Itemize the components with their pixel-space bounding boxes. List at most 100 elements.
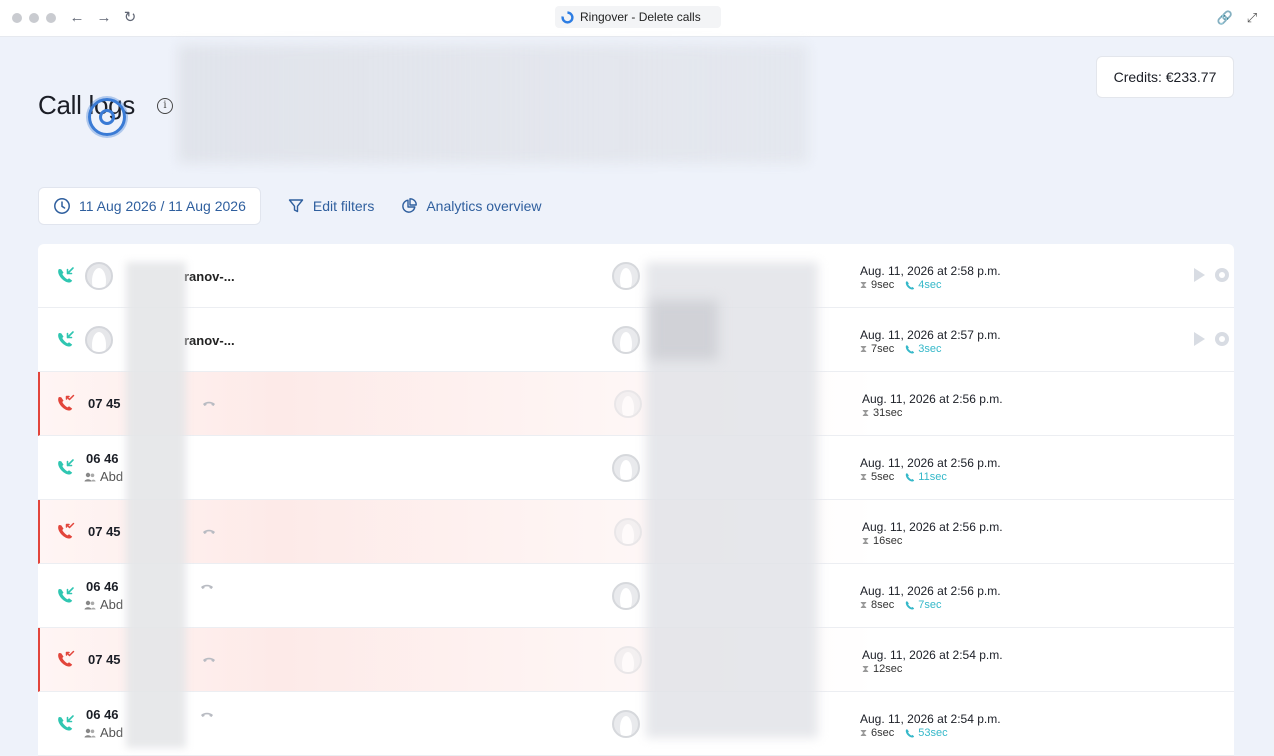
line-phone-icon (200, 708, 214, 718)
call-log-row[interactable]: 06 46 Abd Aug. 11, 2026 at 2:54 p.m. ⧗ 6sec 5… (38, 692, 1234, 756)
total-duration: 6sec (871, 727, 895, 739)
line-phone-icon (202, 525, 216, 535)
analytics-overview-label: Analytics overview (426, 198, 542, 214)
call-log-row[interactable]: 07 45 Aug. 11, 2026 at 2:56 p.m. ⧗ 31sec (38, 372, 1234, 436)
contact-avatar (85, 262, 113, 290)
caller-number: 06 46 (86, 451, 119, 466)
total-duration: 31sec (873, 407, 903, 419)
hourglass-icon: ⧗ (862, 407, 870, 419)
back-arrow-icon[interactable]: ← (67, 8, 87, 28)
hourglass-icon: ⧗ (860, 599, 868, 611)
redacted-area (126, 262, 186, 748)
call-log-row[interactable]: ranov-... Aug. 11, 2026 at 2:57 p.m. ⧗ 7sec… (38, 308, 1234, 372)
talk-duration: 53sec (904, 727, 948, 739)
call-date: Aug. 11, 2026 at 2:56 p.m. (860, 584, 1001, 598)
agent-avatar (614, 518, 642, 546)
agent-avatar (612, 454, 640, 482)
play-recording-icon[interactable] (1194, 332, 1205, 346)
talk-time-icon (906, 600, 915, 609)
cursor-click-indicator (88, 98, 126, 136)
hourglass-icon: ⧗ (860, 343, 868, 355)
agent-avatar (614, 390, 642, 418)
browser-toolbar: ← → ↻ Ringover - Delete calls 🔗 ⤢ (0, 0, 1274, 37)
call-duration: ⧗ 16sec (862, 535, 902, 547)
total-duration: 9sec (871, 279, 895, 291)
caller-number: 07 45 (88, 652, 121, 667)
edit-filters-label: Edit filters (312, 198, 375, 214)
window-minimize-dot[interactable] (29, 13, 39, 23)
call-date: Aug. 11, 2026 at 2:56 p.m. (862, 520, 1003, 534)
hourglass-icon: ⧗ (860, 727, 868, 739)
group-icon (84, 728, 96, 737)
caller-group-label: Abd (100, 597, 124, 612)
reload-icon[interactable]: ↻ (120, 8, 140, 28)
total-duration: 12sec (873, 663, 903, 675)
caller-group-label: Abd (100, 725, 124, 740)
caller-group: Abd (84, 469, 123, 484)
call-log-row[interactable]: 06 46 Abd Aug. 11, 2026 at 2:56 p.m. ⧗ 5sec 1… (38, 436, 1234, 500)
phone-icon (203, 401, 215, 406)
phone-icon (201, 584, 213, 589)
call-date: Aug. 11, 2026 at 2:56 p.m. (862, 392, 1003, 406)
ringover-logo-icon (561, 10, 574, 24)
call-duration: ⧗ 6sec 53sec (860, 727, 948, 739)
caller-number: 07 45 (88, 524, 121, 539)
recording-icon[interactable] (1215, 268, 1229, 282)
missed-call-icon (58, 522, 75, 539)
contact-name: ranov-... (184, 333, 235, 348)
talk-duration: 4sec (904, 279, 942, 291)
window-close-dot[interactable] (12, 13, 22, 23)
expand-icon[interactable]: ⤢ (1243, 9, 1261, 27)
talk-duration: 3sec (904, 343, 942, 355)
call-log-row[interactable]: 07 45 Aug. 11, 2026 at 2:56 p.m. ⧗ 16sec (38, 500, 1234, 564)
clock-icon (54, 198, 70, 214)
pie-chart-icon (402, 198, 418, 213)
call-date: Aug. 11, 2026 at 2:58 p.m. (860, 264, 1001, 278)
talk-duration-value: 11sec (918, 471, 947, 483)
total-duration: 7sec (871, 343, 895, 355)
filter-bar: 11 Aug 2026 / 11 Aug 2026 Edit filters A… (38, 187, 541, 225)
incoming-call-icon (58, 715, 74, 731)
call-date: Aug. 11, 2026 at 2:56 p.m. (860, 456, 1001, 470)
group-icon (84, 472, 96, 481)
call-log-table: ranov-... Aug. 11, 2026 at 2:58 p.m. ⧗ 9sec… (38, 244, 1234, 756)
talk-time-icon (906, 280, 915, 289)
redacted-area (178, 45, 808, 163)
line-phone-icon (202, 653, 216, 663)
call-duration: ⧗ 12sec (862, 663, 902, 675)
browser-tab[interactable]: Ringover - Delete calls (555, 6, 721, 28)
talk-duration-value: 4sec (918, 279, 942, 291)
call-log-row[interactable]: 07 45 Aug. 11, 2026 at 2:54 p.m. ⧗ 12sec (38, 628, 1234, 692)
talk-duration-value: 3sec (918, 343, 942, 355)
caller-number: 06 46 (86, 579, 119, 594)
agent-avatar (612, 262, 640, 290)
credits-badge: Credits: €233.77 (1096, 56, 1234, 98)
forward-arrow-icon[interactable]: → (94, 8, 114, 28)
funnel-icon (288, 199, 304, 213)
call-duration: ⧗ 5sec 11sec (860, 471, 947, 483)
call-log-row[interactable]: 06 46 Abd Aug. 11, 2026 at 2:56 p.m. ⧗ 8sec 7… (38, 564, 1234, 628)
missed-call-icon (58, 650, 75, 667)
incoming-call-icon (58, 587, 74, 603)
incoming-call-icon (58, 459, 74, 475)
edit-filters-button[interactable]: Edit filters (287, 197, 374, 215)
call-duration: ⧗ 9sec 4sec (860, 279, 942, 291)
date-range-label: 11 Aug 2026 / 11 Aug 2026 (79, 198, 246, 214)
caller-group-label: Abd (100, 469, 124, 484)
analytics-overview-button[interactable]: Analytics overview (400, 197, 541, 215)
hourglass-icon: ⧗ (860, 471, 868, 483)
recording-icon[interactable] (1215, 332, 1229, 346)
play-recording-icon[interactable] (1194, 268, 1205, 282)
line-phone-icon (200, 580, 214, 590)
window-zoom-dot[interactable] (46, 13, 56, 23)
incoming-call-icon (58, 267, 74, 283)
link-icon[interactable]: 🔗 (1216, 9, 1234, 27)
total-duration: 8sec (871, 599, 895, 611)
info-icon[interactable]: i (157, 98, 173, 114)
total-duration: 5sec (871, 471, 895, 483)
call-date: Aug. 11, 2026 at 2:54 p.m. (862, 648, 1003, 662)
line-phone-icon (202, 397, 216, 407)
hourglass-icon: ⧗ (862, 535, 870, 547)
date-range-button[interactable]: 11 Aug 2026 / 11 Aug 2026 (38, 187, 261, 225)
call-log-row[interactable]: ranov-... Aug. 11, 2026 at 2:58 p.m. ⧗ 9sec… (38, 244, 1234, 308)
